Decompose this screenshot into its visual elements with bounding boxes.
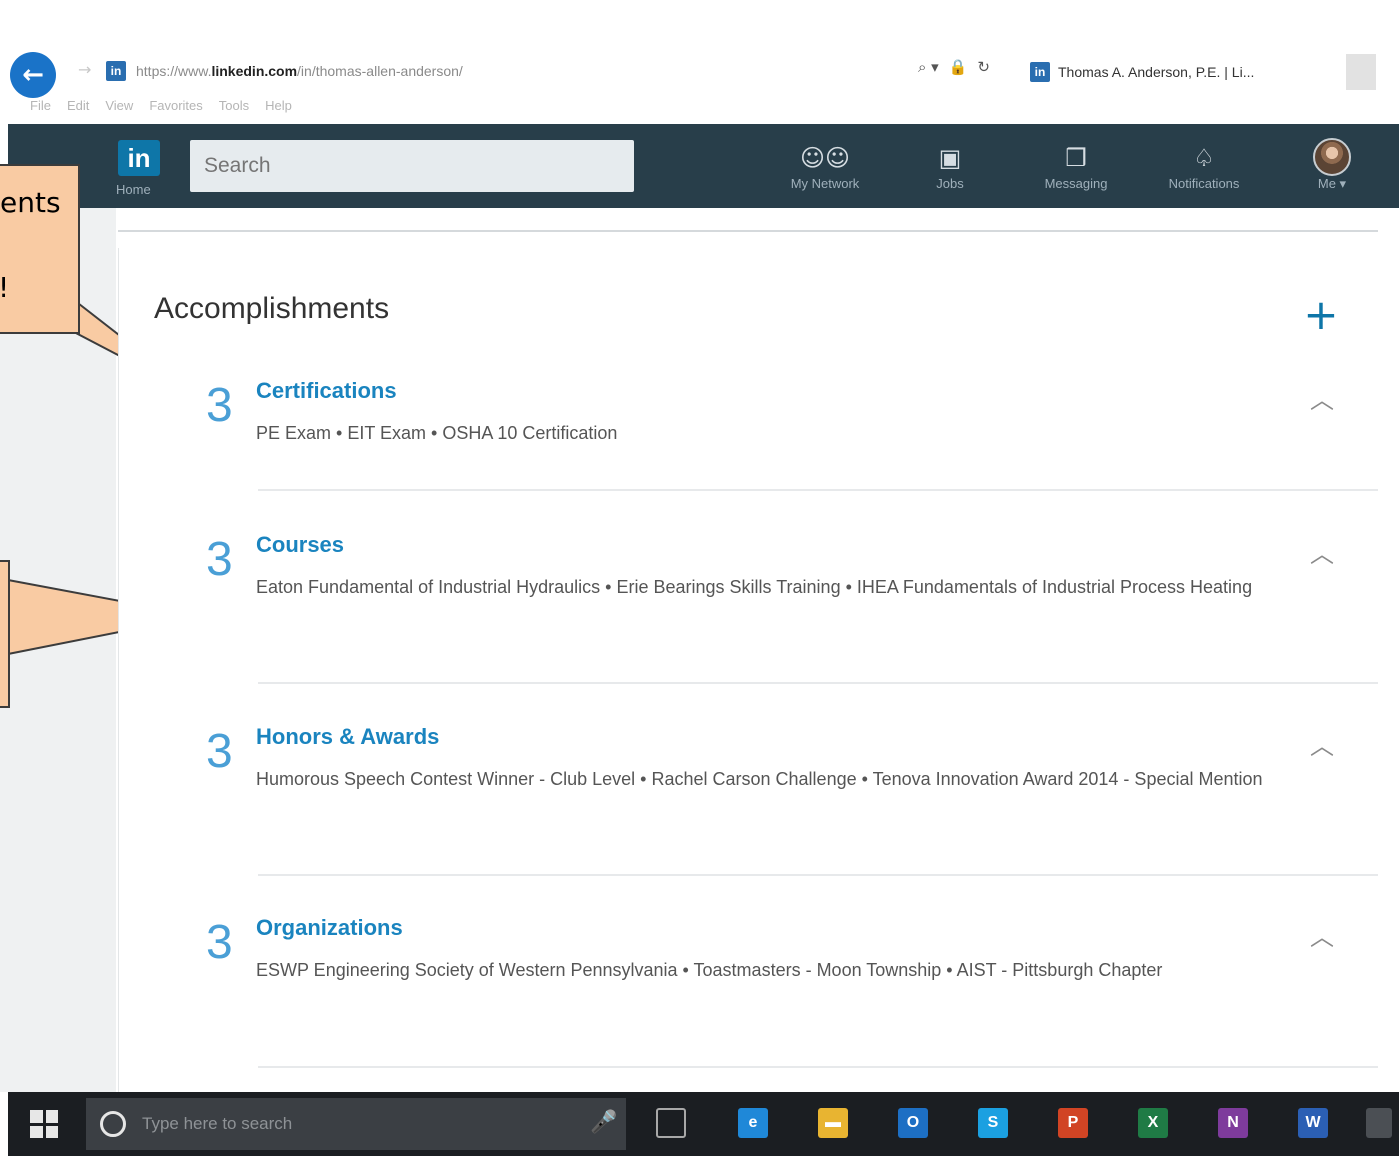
accomplishment-description: PE Exam • EIT Exam • OSHA 10 Certificati… <box>256 423 618 443</box>
callout-1-line-2: ! <box>0 271 78 304</box>
skype-icon[interactable]: S <box>978 1108 1008 1138</box>
menu-view[interactable]: View <box>105 98 133 120</box>
chevron-down-icon[interactable]: ︿ <box>1304 917 1340 951</box>
chevron-down-icon[interactable]: ︿ <box>1304 534 1340 568</box>
annotation-callout-2 <box>0 560 10 708</box>
new-tab-button[interactable] <box>1346 54 1376 90</box>
chevron-down-icon[interactable]: ︿ <box>1304 726 1340 760</box>
accomplishment-title-link[interactable]: Courses <box>256 532 344 558</box>
microphone-icon[interactable]: 🎤 <box>590 1110 617 1135</box>
refresh-icon[interactable]: ↻ <box>977 58 990 76</box>
accomplishment-count: 3 <box>206 916 233 969</box>
people-icon: ☺☺ <box>799 144 851 172</box>
nav-item-my-network[interactable]: ☺☺ My Network <box>770 140 880 204</box>
avatar-icon <box>1313 138 1351 176</box>
accomplishment-description: ESWP Engineering Society of Western Penn… <box>256 960 1163 980</box>
messaging-icon: ❒ <box>1065 144 1087 172</box>
word-icon[interactable]: W <box>1298 1108 1328 1138</box>
url-path: /in/thomas-allen-anderson/ <box>297 63 463 79</box>
divider <box>258 682 1378 684</box>
taskbar-search-box[interactable]: Type here to search <box>86 1098 626 1150</box>
menu-edit[interactable]: Edit <box>67 98 89 120</box>
tab-title: Thomas A. Anderson, P.E. | Li... <box>1058 64 1255 80</box>
menu-tools[interactable]: Tools <box>219 98 249 120</box>
lock-icon[interactable]: 🔒 <box>949 58 968 76</box>
nav-label-my-network: My Network <box>790 176 860 191</box>
accomplishment-count: 3 <box>206 533 233 586</box>
linkedin-logo-icon[interactable]: in <box>118 140 160 176</box>
nav-item-messaging[interactable]: ❒ Messaging <box>1024 140 1128 204</box>
internet-explorer-icon[interactable]: e <box>738 1108 768 1138</box>
excel-icon[interactable]: X <box>1138 1108 1168 1138</box>
bell-icon: ♤ <box>1193 144 1215 172</box>
screen: ← → in https://www.linkedin.com/in/thoma… <box>0 0 1399 1156</box>
accomplishment-title-link[interactable]: Honors & Awards <box>256 724 439 750</box>
menu-help[interactable]: Help <box>265 98 292 120</box>
file-explorer-icon[interactable]: ▬ <box>818 1108 848 1138</box>
avatar <box>1313 138 1351 176</box>
cortana-icon[interactable] <box>100 1111 126 1137</box>
linkedin-favicon-icon: in <box>106 61 126 81</box>
menu-file[interactable]: File <box>30 98 51 120</box>
nav-item-me[interactable]: Me ▾ <box>1306 138 1358 204</box>
chevron-down-icon[interactable]: ︿ <box>1304 380 1340 414</box>
divider <box>258 874 1378 876</box>
url-prefix: https://www. <box>136 63 212 79</box>
onenote-icon[interactable]: N <box>1218 1108 1248 1138</box>
add-accomplishment-button[interactable]: + <box>1298 292 1344 338</box>
previous-section-bottom <box>118 208 1378 232</box>
annotation-callout-1: ents ! <box>0 164 80 334</box>
accomplishment-description: Eaton Fundamental of Industrial Hydrauli… <box>256 577 1253 597</box>
accomplishment-title-link[interactable]: Certifications <box>256 378 397 404</box>
task-view-icon[interactable] <box>656 1108 686 1138</box>
briefcase-icon: ▣ <box>938 144 962 172</box>
accomplishment-count: 3 <box>206 725 233 778</box>
url-text: https://www.linkedin.com/in/thomas-allen… <box>136 63 463 79</box>
back-arrow-icon[interactable]: ← <box>10 52 56 98</box>
callout-1-line-1: ents <box>0 186 61 219</box>
tab-favicon-icon: in <box>1030 62 1050 82</box>
desktop-icon[interactable] <box>1366 1108 1392 1138</box>
accomplishment-title-link[interactable]: Organizations <box>256 915 403 941</box>
accomplishment-description: Humorous Speech Contest Winner - Club Le… <box>256 769 1263 789</box>
taskbar-search-placeholder: Type here to search <box>142 1114 293 1133</box>
forward-arrow-icon[interactable]: → <box>78 60 100 82</box>
divider <box>258 489 1378 491</box>
outlook-icon[interactable]: O <box>898 1108 928 1138</box>
url-host: linkedin.com <box>211 63 298 79</box>
nav-label-jobs: Jobs <box>936 176 964 191</box>
powerpoint-icon[interactable]: P <box>1058 1108 1088 1138</box>
browser-menu-bar: File Edit View Favorites Tools Help <box>30 98 292 120</box>
nav-label-notifications: Notifications <box>1168 176 1240 191</box>
search-dropdown-icon[interactable]: ⌕ ▾ <box>918 58 939 76</box>
nav-home-label[interactable]: Home <box>116 182 151 197</box>
nav-label-me: Me ▾ <box>1317 176 1347 191</box>
address-bar[interactable]: in https://www.linkedin.com/in/thomas-al… <box>106 54 936 88</box>
accomplishment-count: 3 <box>206 379 233 432</box>
divider <box>258 1066 1378 1068</box>
nav-item-notifications[interactable]: ♤ Notifications <box>1144 140 1264 204</box>
browser-tab[interactable]: in Thomas A. Anderson, P.E. | Li... <box>1030 54 1342 90</box>
menu-favorites[interactable]: Favorites <box>149 98 202 120</box>
search-input[interactable] <box>190 140 634 192</box>
accomplishments-title: Accomplishments <box>154 292 390 325</box>
windows-start-icon[interactable] <box>30 1110 58 1138</box>
left-page-background <box>0 208 116 1092</box>
nav-item-jobs[interactable]: ▣ Jobs <box>920 140 980 204</box>
nav-label-messaging: Messaging <box>1044 176 1108 191</box>
address-tools: ⌕ ▾ 🔒 ↻ <box>918 58 990 76</box>
